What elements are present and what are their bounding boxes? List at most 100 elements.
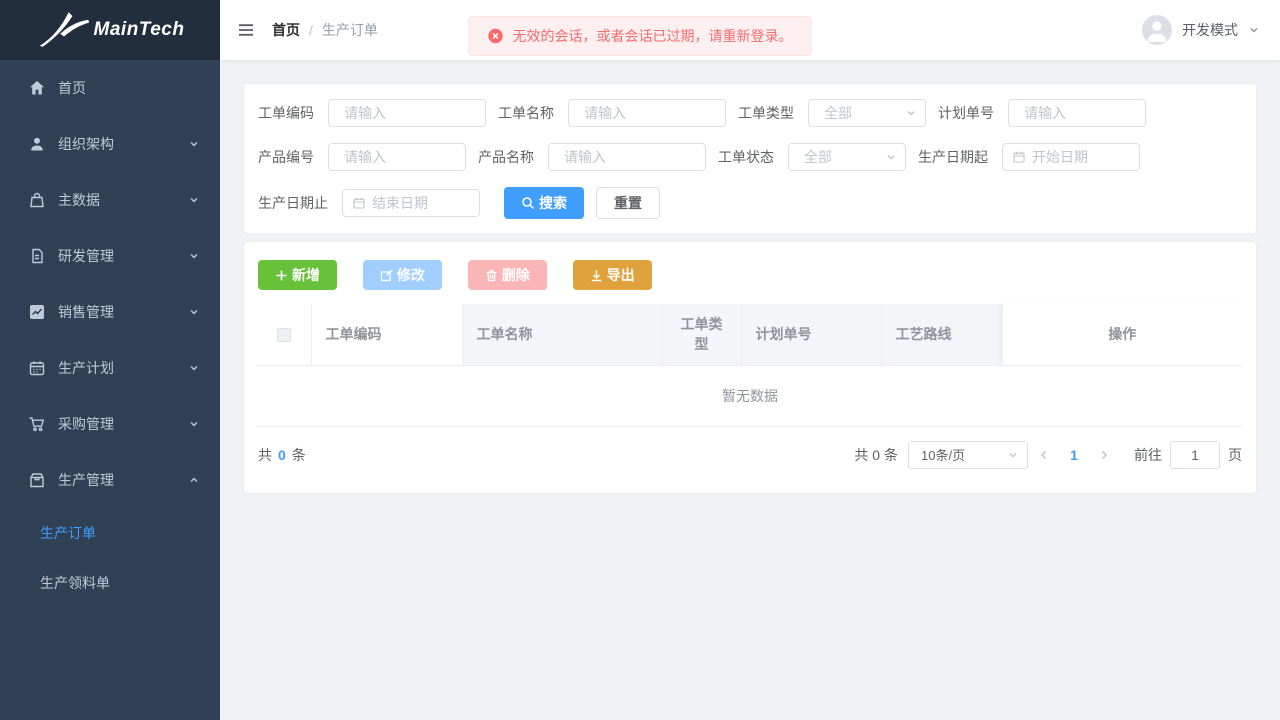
page-number-1[interactable]: 1	[1060, 447, 1088, 463]
error-toast-message: 无效的会话，或者会话已过期，请重新登录。	[513, 26, 793, 46]
date-start-input[interactable]	[1026, 144, 1139, 170]
sidebar-item-production-plan[interactable]: 生产计划	[0, 340, 220, 396]
calendar-icon	[28, 359, 46, 377]
add-button[interactable]: 新增	[258, 260, 337, 290]
total-count-number: 0	[278, 447, 286, 463]
column-header-order-type: 工单类型	[662, 304, 741, 365]
product-code-label: 产品编号	[258, 147, 314, 167]
sidebar-item-label: 生产管理	[58, 470, 114, 490]
breadcrumb-separator: /	[309, 22, 313, 38]
order-code-input[interactable]	[329, 100, 485, 126]
logo-swoosh-icon	[36, 10, 92, 50]
breadcrumb-home[interactable]: 首页	[272, 20, 300, 40]
plan-no-input[interactable]	[1009, 100, 1145, 126]
document-icon	[28, 247, 46, 265]
column-header-order-code: 工单编码	[311, 304, 462, 365]
chevron-down-icon	[188, 362, 200, 374]
order-type-label: 工单类型	[738, 103, 794, 123]
user-icon	[28, 135, 46, 153]
main-area: 首页 / 生产订单 开发模式 无效的会话，或者会话已过期，请重新登录。 工单编码	[220, 0, 1280, 720]
page-size-select[interactable]: 10条/页	[908, 441, 1028, 469]
select-all-checkbox[interactable]	[277, 328, 291, 342]
order-status-label: 工单状态	[718, 147, 774, 167]
sidebar-item-master-data[interactable]: 主数据	[0, 172, 220, 228]
sidebar-item-label: 销售管理	[58, 302, 114, 322]
sidebar-menu: 首页 组织架构 主数据 研发管理	[0, 60, 220, 720]
chevron-down-icon	[188, 306, 200, 318]
chevron-down-icon	[188, 194, 200, 206]
chevron-left-icon	[1038, 449, 1050, 461]
sidebar-item-label: 研发管理	[58, 246, 114, 266]
orders-table: 工单编码 工单名称 工单类型 计划单号 工艺路线 操作 暂无数据	[258, 304, 1242, 427]
date-end-input[interactable]	[366, 190, 479, 216]
edit-icon	[380, 269, 393, 282]
chevron-down-icon	[188, 418, 200, 430]
table-footer: 共0条 共 0 条 10条/页 1 前往	[258, 441, 1242, 469]
calendar-icon	[1012, 150, 1026, 164]
order-status-select[interactable]: 全部	[788, 143, 906, 171]
trash-icon	[485, 269, 498, 282]
submenu-item-label: 生产领料单	[40, 573, 110, 593]
calendar-icon	[352, 196, 366, 210]
sidebar-item-org[interactable]: 组织架构	[0, 116, 220, 172]
chevron-down-icon	[188, 250, 200, 262]
download-icon	[590, 269, 603, 282]
collapse-sidebar-icon[interactable]	[236, 20, 256, 40]
date-start-label: 生产日期起	[918, 147, 988, 167]
sidebar-item-sales[interactable]: 销售管理	[0, 284, 220, 340]
submenu-item-label: 生产订单	[40, 523, 96, 543]
sidebar-item-rnd[interactable]: 研发管理	[0, 228, 220, 284]
column-header-actions: 操作	[1002, 304, 1242, 365]
pagination: 共 0 条 10条/页 1 前往 页	[854, 441, 1242, 469]
breadcrumb-current: 生产订单	[322, 20, 378, 40]
select-all-header	[258, 304, 311, 365]
prev-page-button[interactable]	[1028, 449, 1060, 461]
column-header-routing: 工艺路线	[881, 304, 1002, 365]
order-list-card: 新增 修改 删除 导出	[244, 242, 1256, 493]
sidebar-item-label: 组织架构	[58, 134, 114, 154]
sidebar-subitem-production-order[interactable]: 生产订单	[0, 508, 220, 558]
product-name-input[interactable]	[549, 144, 705, 170]
goto-page-input[interactable]	[1170, 441, 1220, 469]
reset-button[interactable]: 重置	[596, 187, 660, 219]
search-form-card: 工单编码 工单名称 工单类型 全部 计划单号	[244, 84, 1256, 233]
goto-label: 前往	[1134, 445, 1162, 465]
trend-chart-icon	[28, 303, 46, 321]
order-type-select[interactable]: 全部	[808, 99, 926, 127]
page-content: 工单编码 工单名称 工单类型 全部 计划单号	[220, 60, 1280, 517]
chevron-down-icon	[1248, 24, 1260, 36]
chevron-down-icon	[1007, 449, 1019, 461]
empty-row: 暂无数据	[258, 365, 1242, 426]
date-start-picker[interactable]	[1002, 143, 1140, 171]
date-end-picker[interactable]	[342, 189, 480, 217]
delete-button[interactable]: 删除	[468, 260, 547, 290]
order-name-input[interactable]	[569, 100, 725, 126]
order-type-value: 全部	[824, 103, 905, 123]
sidebar-item-production-mgmt[interactable]: 生产管理	[0, 452, 220, 508]
export-button[interactable]: 导出	[573, 260, 652, 290]
sidebar-item-label: 首页	[58, 78, 86, 98]
edit-button[interactable]: 修改	[363, 260, 442, 290]
sidebar-item-home[interactable]: 首页	[0, 60, 220, 116]
product-name-label: 产品名称	[478, 147, 534, 167]
sidebar-item-label: 生产计划	[58, 358, 114, 378]
search-button[interactable]: 搜索	[504, 187, 584, 219]
user-menu[interactable]: 开发模式	[1142, 15, 1260, 45]
column-header-plan-no: 计划单号	[741, 304, 881, 365]
package-icon	[28, 471, 46, 489]
sidebar-item-purchasing[interactable]: 采购管理	[0, 396, 220, 452]
chevron-down-icon	[905, 107, 917, 119]
shopping-cart-icon	[28, 415, 46, 433]
app-logo: MainTech	[0, 0, 220, 60]
home-icon	[28, 79, 46, 97]
product-code-input[interactable]	[329, 144, 465, 170]
empty-state-text: 暂无数据	[258, 365, 1242, 426]
breadcrumb: 首页 / 生产订单	[272, 20, 378, 40]
plan-no-label: 计划单号	[938, 103, 994, 123]
avatar	[1142, 15, 1172, 45]
sidebar-subitem-material-requisition[interactable]: 生产领料单	[0, 558, 220, 608]
user-name: 开发模式	[1182, 20, 1238, 40]
total-count: 共0条	[258, 445, 306, 465]
handbag-icon	[28, 191, 46, 209]
next-page-button[interactable]	[1088, 449, 1120, 461]
